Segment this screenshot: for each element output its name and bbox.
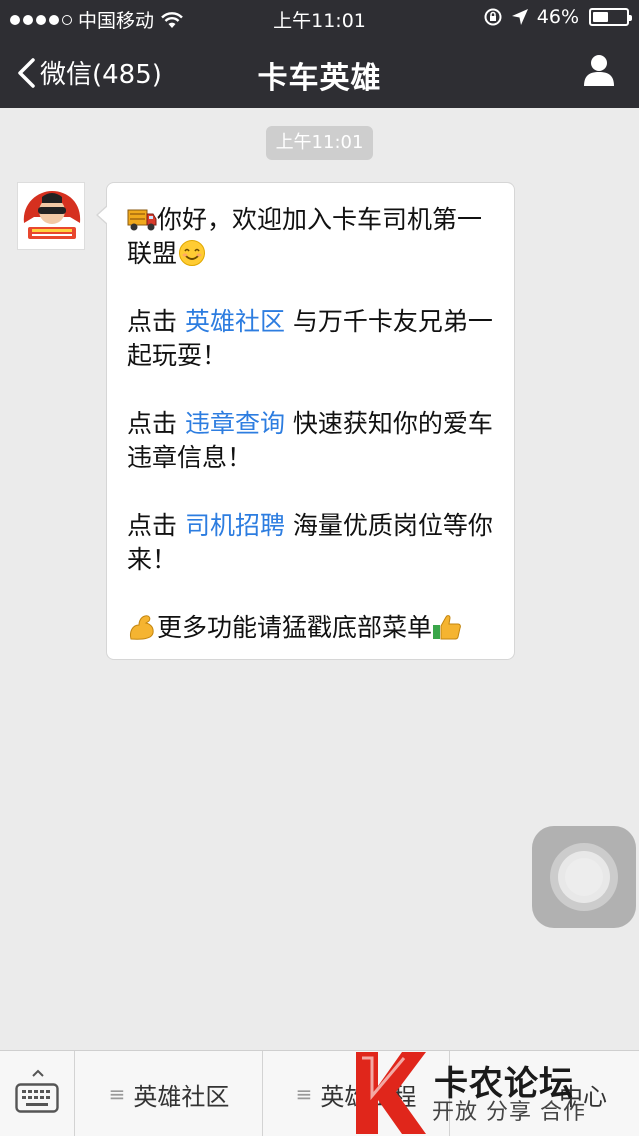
message-violation-line: 点击 违章查询 快速获知你的爱车违章信息！: [127, 409, 493, 472]
truck-hero-logo-icon: [18, 183, 84, 249]
location-arrow-icon: [511, 9, 528, 25]
person-icon[interactable]: [581, 52, 617, 88]
hero-community-link[interactable]: 英雄社区: [185, 307, 285, 336]
menu-hero-project[interactable]: ≡ 英雄工程: [263, 1051, 449, 1136]
status-right: 46%: [483, 6, 632, 28]
chevron-left-icon: [18, 57, 35, 88]
bottom-menu: ≡ 英雄社区 ≡ 英雄工程 中心: [0, 1050, 639, 1136]
assistive-touch-button[interactable]: [532, 826, 636, 928]
battery-icon: [589, 8, 632, 26]
menu-list-icon: ≡: [295, 1082, 313, 1106]
truck-emoji: [127, 209, 157, 231]
message-outro: 更多功能请猛戳底部菜单: [127, 611, 498, 645]
back-button[interactable]: 微信(485): [16, 54, 162, 91]
rotation-lock-icon: [484, 8, 502, 26]
avatar[interactable]: [17, 182, 85, 250]
message-intro: 你好，欢迎加入卡车司机第一联盟: [127, 205, 483, 268]
back-label: 微信(485): [40, 60, 162, 90]
status-bar: 中国移动 上午11:01 46%: [0, 0, 639, 36]
violation-query-link[interactable]: 违章查询: [185, 409, 285, 438]
battery-percent: 46%: [536, 6, 579, 28]
driver-jobs-link[interactable]: 司机招聘: [185, 511, 285, 540]
chevron-up-icon: [32, 1069, 44, 1077]
nav-bar: 微信(485) 卡车英雄: [0, 36, 639, 108]
keyboard-toggle-button[interactable]: [0, 1051, 75, 1136]
thumbs-up-emoji: [433, 615, 461, 640]
message-jobs-line: 点击 司机招聘 海量优质岗位等你来！: [127, 511, 493, 574]
menu-center[interactable]: 中心: [450, 1051, 639, 1136]
menu-hero-community[interactable]: ≡ 英雄社区: [76, 1051, 262, 1136]
message-timestamp: 上午11:01: [266, 126, 373, 160]
smile-emoji: [179, 240, 206, 266]
message-community-line: 点击 英雄社区 与万千卡友兄弟一起玩耍！: [127, 307, 493, 370]
message-bubble: 你好，欢迎加入卡车司机第一联盟 点击 英雄社区 与万千卡友兄弟一起玩耍！ 点击 …: [96, 182, 515, 660]
menu-list-icon: ≡: [108, 1082, 126, 1106]
flexed-biceps-emoji: [130, 615, 154, 640]
keyboard-icon: [15, 1083, 59, 1113]
